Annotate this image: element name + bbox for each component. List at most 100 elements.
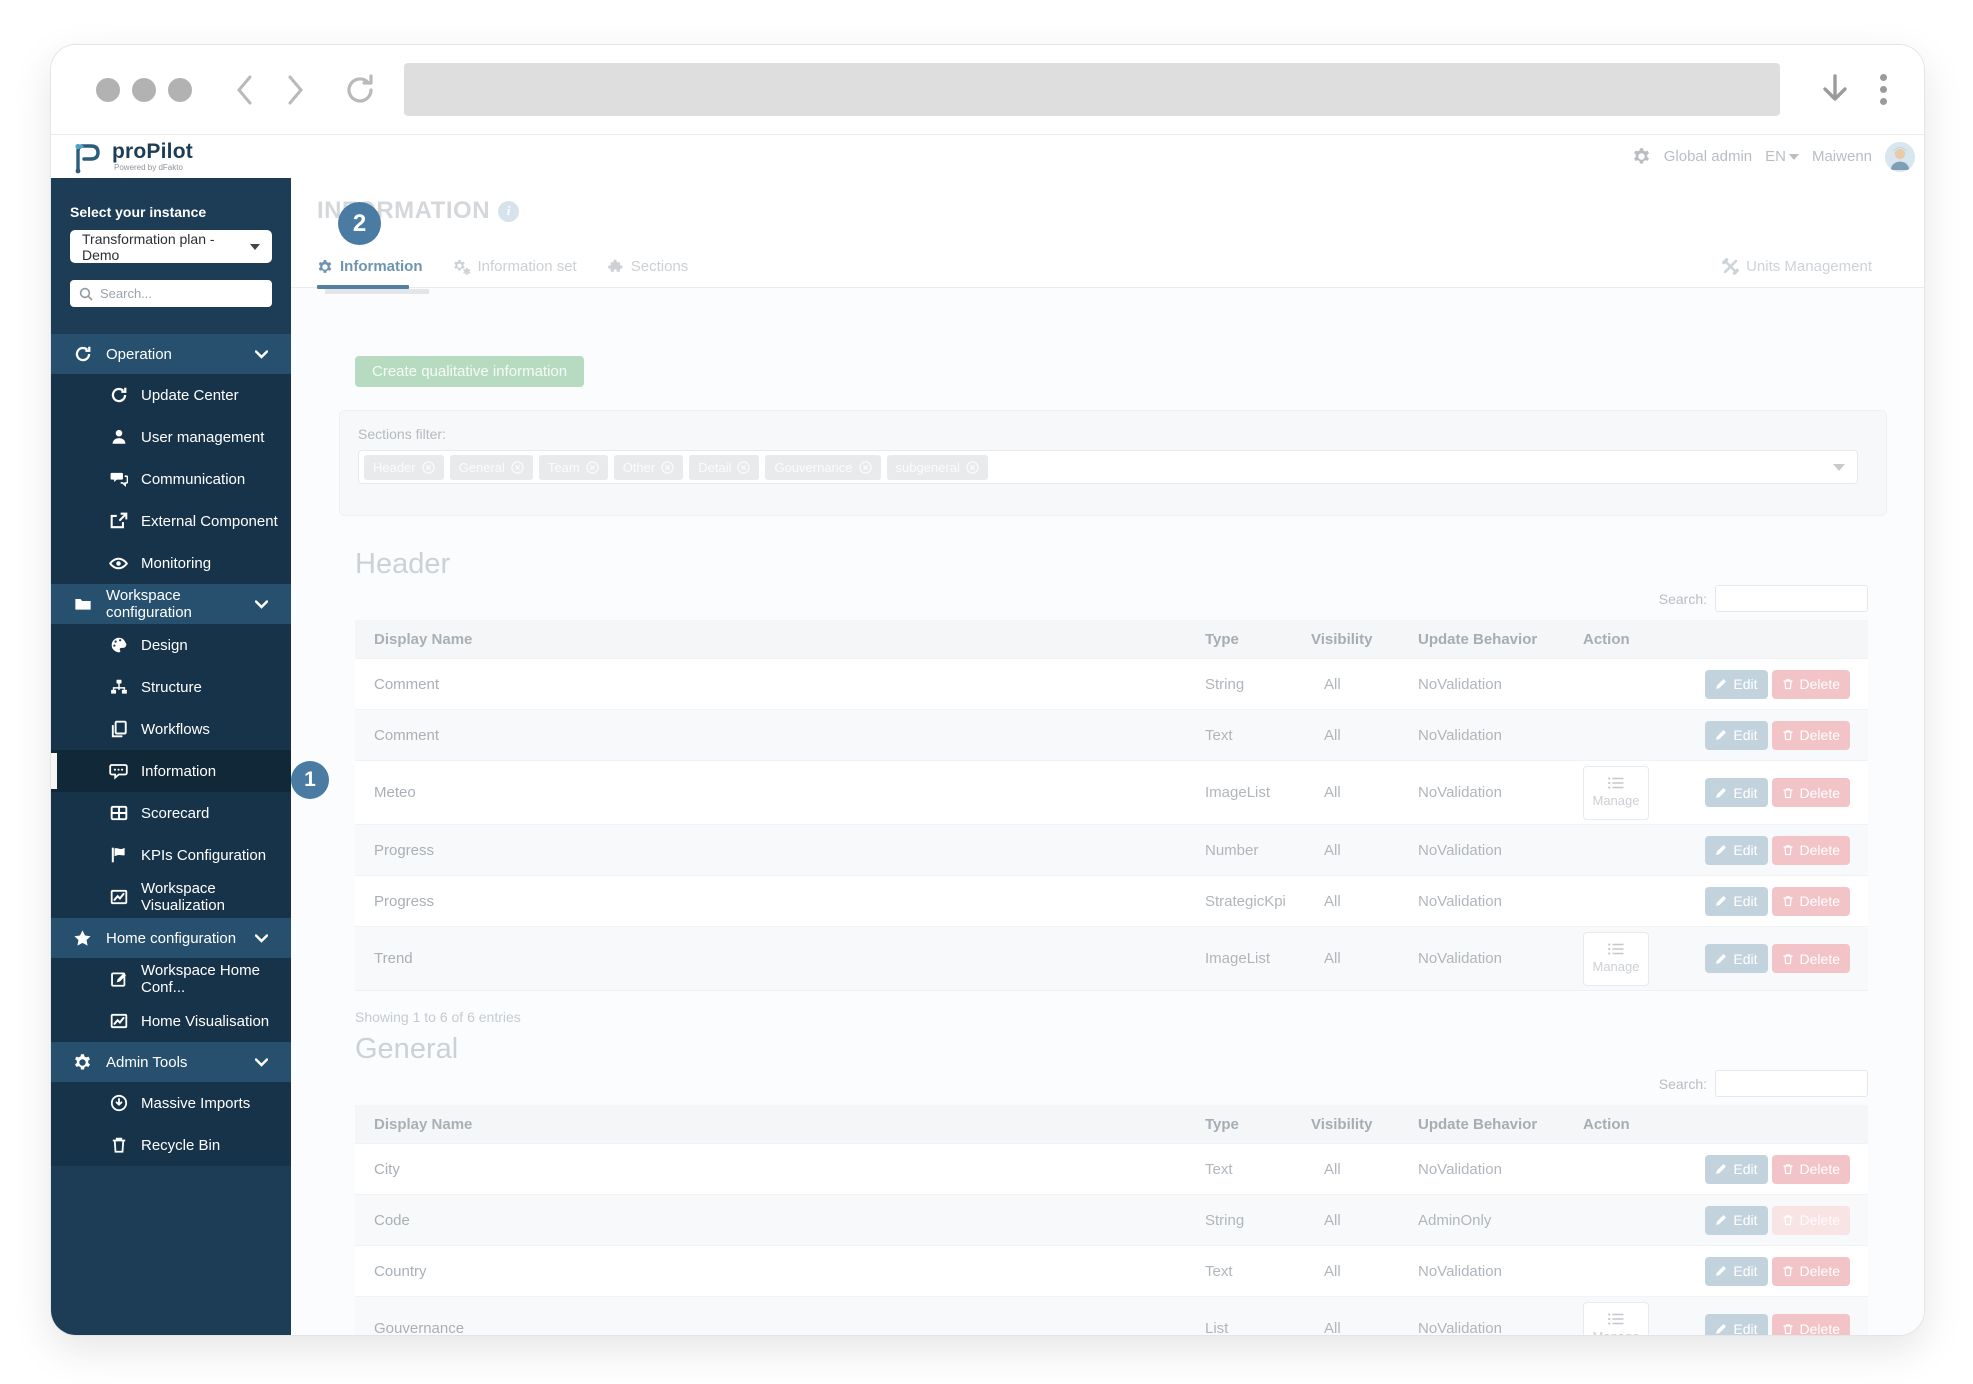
sidebar-group-admin-tools[interactable]: Admin Tools <box>51 1042 291 1082</box>
sidebar-item-design[interactable]: Design <box>51 624 291 666</box>
remove-tag-icon[interactable] <box>966 460 979 474</box>
language-selector[interactable]: EN <box>1765 148 1799 165</box>
filter-tag[interactable]: Detail <box>689 454 760 480</box>
edit-button[interactable]: Edit <box>1705 835 1768 865</box>
edit-button[interactable]: Edit <box>1705 1154 1768 1184</box>
download-icon[interactable] <box>1820 73 1850 107</box>
delete-button[interactable]: Delete <box>1771 835 1850 865</box>
delete-button[interactable]: Delete <box>1771 778 1850 807</box>
delete-button[interactable]: Delete <box>1771 944 1850 973</box>
tab-information-set[interactable]: Information set <box>453 258 577 275</box>
forward-icon[interactable] <box>282 73 308 107</box>
table-footer-info: Showing 1 to 6 of 6 entries <box>355 1009 521 1025</box>
manage-button[interactable]: Manage <box>1583 1301 1649 1335</box>
pencil-icon <box>1716 1323 1727 1334</box>
table-search-input[interactable] <box>1715 1070 1868 1097</box>
sidebar-item-external-component[interactable]: External Component <box>51 500 291 542</box>
filter-tag[interactable]: Header <box>364 454 444 480</box>
remove-tag-icon[interactable] <box>511 460 524 474</box>
sidebar-item-label: Information <box>141 762 217 780</box>
sections-filter-panel: Sections filter: Header General Team Oth… <box>339 410 1887 516</box>
units-management-button[interactable]: Units Management <box>1722 258 1872 275</box>
info-icon[interactable]: i <box>498 200 520 222</box>
sidebar-group-label: Workspace configuration <box>106 587 192 621</box>
sidebar-search[interactable] <box>70 280 272 307</box>
filter-tag[interactable]: General <box>449 454 533 480</box>
brand-logo[interactable]: proPilot Powered by dFakto <box>69 139 193 175</box>
sidebar-item-structure[interactable]: Structure <box>51 666 291 708</box>
cell-visibility: All <box>1324 1160 1341 1178</box>
remove-tag-icon[interactable] <box>585 460 599 474</box>
content-area: Create qualitative information Sections … <box>291 288 1924 1336</box>
trash-icon <box>1783 953 1793 964</box>
refresh-icon[interactable] <box>342 72 378 108</box>
create-qualitative-information-button[interactable]: Create qualitative information <box>355 356 585 387</box>
filter-tag[interactable]: Gouvernance <box>765 454 881 480</box>
tab-sections[interactable]: Sections <box>607 258 688 275</box>
sidebar-item-information[interactable]: Information <box>51 750 291 792</box>
window-controls[interactable] <box>96 77 192 102</box>
url-bar[interactable] <box>404 63 1780 116</box>
section-title: Header <box>355 548 451 580</box>
delete-button[interactable]: Delete <box>1771 669 1850 699</box>
sections-filter-label: Sections filter: <box>358 426 446 442</box>
sidebar-item-communication[interactable]: Communication <box>51 458 291 500</box>
edit-button[interactable]: Edit <box>1705 720 1768 750</box>
filter-tag[interactable]: subgeneral <box>886 454 988 480</box>
filter-tag[interactable]: Team <box>538 454 608 480</box>
remove-tag-icon[interactable] <box>661 460 674 474</box>
search-input[interactable] <box>100 286 263 301</box>
sidebar-item-update-center[interactable]: Update Center <box>51 374 291 416</box>
table-search-input[interactable] <box>1715 585 1868 612</box>
remove-tag-icon[interactable] <box>421 460 435 474</box>
edit-button[interactable]: Edit <box>1705 1205 1768 1235</box>
delete-button[interactable]: Delete <box>1771 1154 1850 1184</box>
sidebar-group-home-configuration[interactable]: Home configuration <box>51 918 291 958</box>
chevron-down-icon[interactable] <box>1833 463 1845 471</box>
sidebar-item-kpis-configuration[interactable]: KPIs Configuration <box>51 834 291 876</box>
sections-filter-input[interactable]: Header General Team Other Detail Gouvern… <box>358 450 1858 484</box>
sidebar-item-workflows[interactable]: Workflows <box>51 708 291 750</box>
remove-tag-icon[interactable] <box>858 460 872 474</box>
delete-button[interactable]: Delete <box>1771 886 1850 916</box>
list-icon <box>1608 777 1624 789</box>
edit-button[interactable]: Edit <box>1705 669 1768 699</box>
sidebar-group-workspace-configuration[interactable]: Workspace configuration <box>51 584 291 624</box>
manage-button[interactable]: Manage <box>1583 931 1649 986</box>
sidebar-item-user-management[interactable]: User management <box>51 416 291 458</box>
delete-button[interactable]: Delete <box>1771 720 1850 750</box>
instance-select[interactable]: Transformation plan - Demo <box>70 230 272 263</box>
edit-button[interactable]: Edit <box>1705 778 1768 807</box>
edit-button[interactable]: Edit <box>1705 944 1768 973</box>
remove-tag-icon[interactable] <box>737 460 751 474</box>
sidebar-group-label: Admin Tools <box>106 1053 188 1071</box>
edit-button[interactable]: Edit <box>1705 886 1768 916</box>
username[interactable]: Maiwenn <box>1812 148 1872 165</box>
role-label[interactable]: Global admin <box>1664 148 1752 165</box>
gear-icon[interactable] <box>1632 147 1651 166</box>
sidebar-item-recycle-bin[interactable]: Recycle Bin <box>51 1124 291 1166</box>
manage-button[interactable]: Manage <box>1583 765 1649 820</box>
delete-button[interactable]: Delete <box>1771 1256 1850 1286</box>
sidebar-item-scorecard[interactable]: Scorecard <box>51 792 291 834</box>
edit-button[interactable]: Edit <box>1705 1314 1768 1335</box>
column-type: Type <box>1205 630 1239 648</box>
window-control-dot[interactable] <box>96 77 120 102</box>
edit-button[interactable]: Edit <box>1705 1256 1768 1286</box>
filter-tag[interactable]: Other <box>613 454 684 480</box>
sidebar-item-home-visualisation[interactable]: Home Visualisation <box>51 1000 291 1042</box>
sidebar-group-operation[interactable]: Operation <box>51 334 291 374</box>
sidebar-item-monitoring[interactable]: Monitoring <box>51 542 291 584</box>
cell-display-name: Code <box>374 1211 410 1229</box>
window-control-dot[interactable] <box>168 77 192 102</box>
avatar[interactable] <box>1885 141 1915 172</box>
kebab-menu-icon[interactable] <box>1880 74 1887 105</box>
window-control-dot[interactable] <box>132 77 156 102</box>
sidebar-item-massive-imports[interactable]: Massive Imports <box>51 1082 291 1124</box>
tab-information[interactable]: Information <box>317 258 423 275</box>
back-icon[interactable] <box>232 73 258 107</box>
sidebar-item-workspace-visualization[interactable]: Workspace Visualization <box>51 876 291 918</box>
sidebar-item-workspace-home-conf[interactable]: Workspace Home Conf... <box>51 958 291 1000</box>
delete-button[interactable]: Delete <box>1771 1314 1850 1335</box>
cell-update-behavior: NoValidation <box>1418 1320 1502 1336</box>
